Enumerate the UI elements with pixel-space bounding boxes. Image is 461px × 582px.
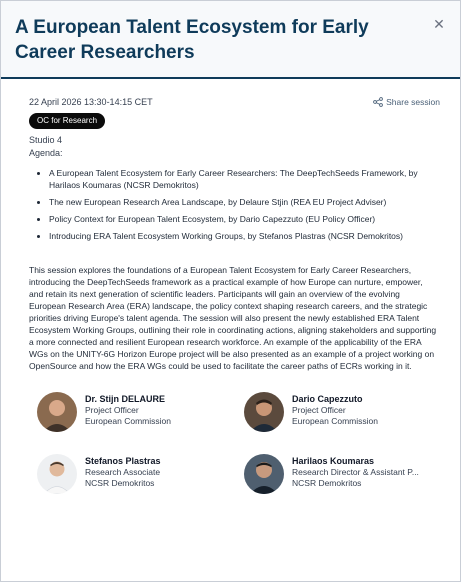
close-icon[interactable]: ✕ xyxy=(432,17,446,31)
speaker-role: Project Officer xyxy=(292,405,346,415)
modal-body: 22 April 2026 13:30-14:15 CET Share sess… xyxy=(1,79,460,494)
speaker-role: Project Officer xyxy=(85,405,139,415)
avatar xyxy=(37,392,77,432)
agenda-list: A European Talent Ecosystem for Early Ca… xyxy=(29,167,440,242)
speaker-org: NCSR Demokritos xyxy=(85,478,155,488)
avatar xyxy=(244,454,284,494)
agenda-item: A European Talent Ecosystem for Early Ca… xyxy=(49,167,440,191)
session-datetime: 22 April 2026 13:30-14:15 CET xyxy=(29,97,153,107)
avatar xyxy=(37,454,77,494)
speakers-grid: Dr. Stijn DELAURE Project Officer Europe… xyxy=(29,392,440,494)
session-description: This session explores the foundations of… xyxy=(29,265,437,371)
speaker-card[interactable]: Harilaos Koumaras Research Director & As… xyxy=(244,454,434,494)
session-modal: A European Talent Ecosystem for Early Ca… xyxy=(0,0,461,582)
session-location: Studio 4 xyxy=(29,135,63,145)
share-session-button[interactable]: Share session xyxy=(373,97,440,107)
share-session-label: Share session xyxy=(386,97,440,107)
speaker-role: Research Director & Assistant P... xyxy=(292,467,419,477)
speaker-name: Dario Capezzuto xyxy=(292,394,363,404)
speaker-name: Dr. Stijn DELAURE xyxy=(85,394,166,404)
agenda-item: Introducing ERA Talent Ecosystem Working… xyxy=(49,230,440,242)
speaker-card[interactable]: Dario Capezzuto Project Officer European… xyxy=(244,392,434,432)
modal-header: A European Talent Ecosystem for Early Ca… xyxy=(1,1,460,77)
avatar xyxy=(244,392,284,432)
speaker-name: Harilaos Koumaras xyxy=(292,456,375,466)
agenda-heading: Agenda: xyxy=(29,148,63,158)
agenda-item: The new European Research Area Landscape… xyxy=(49,196,440,208)
track-badge: OC for Research xyxy=(29,113,106,129)
modal-title: A European Talent Ecosystem for Early Ca… xyxy=(15,17,369,63)
speaker-org: European Commission xyxy=(292,416,378,426)
speaker-card[interactable]: Stefanos Plastras Research Associate NCS… xyxy=(37,454,244,494)
share-icon xyxy=(373,97,383,107)
speaker-role: Research Associate xyxy=(85,467,161,477)
agenda-item: Policy Context for European Talent Ecosy… xyxy=(49,213,440,225)
speaker-org: NCSR Demokritos xyxy=(292,478,362,488)
speaker-org: European Commission xyxy=(85,416,171,426)
meta-row: 22 April 2026 13:30-14:15 CET Share sess… xyxy=(29,95,440,109)
speaker-card[interactable]: Dr. Stijn DELAURE Project Officer Europe… xyxy=(37,392,244,432)
speaker-name: Stefanos Plastras xyxy=(85,456,161,466)
